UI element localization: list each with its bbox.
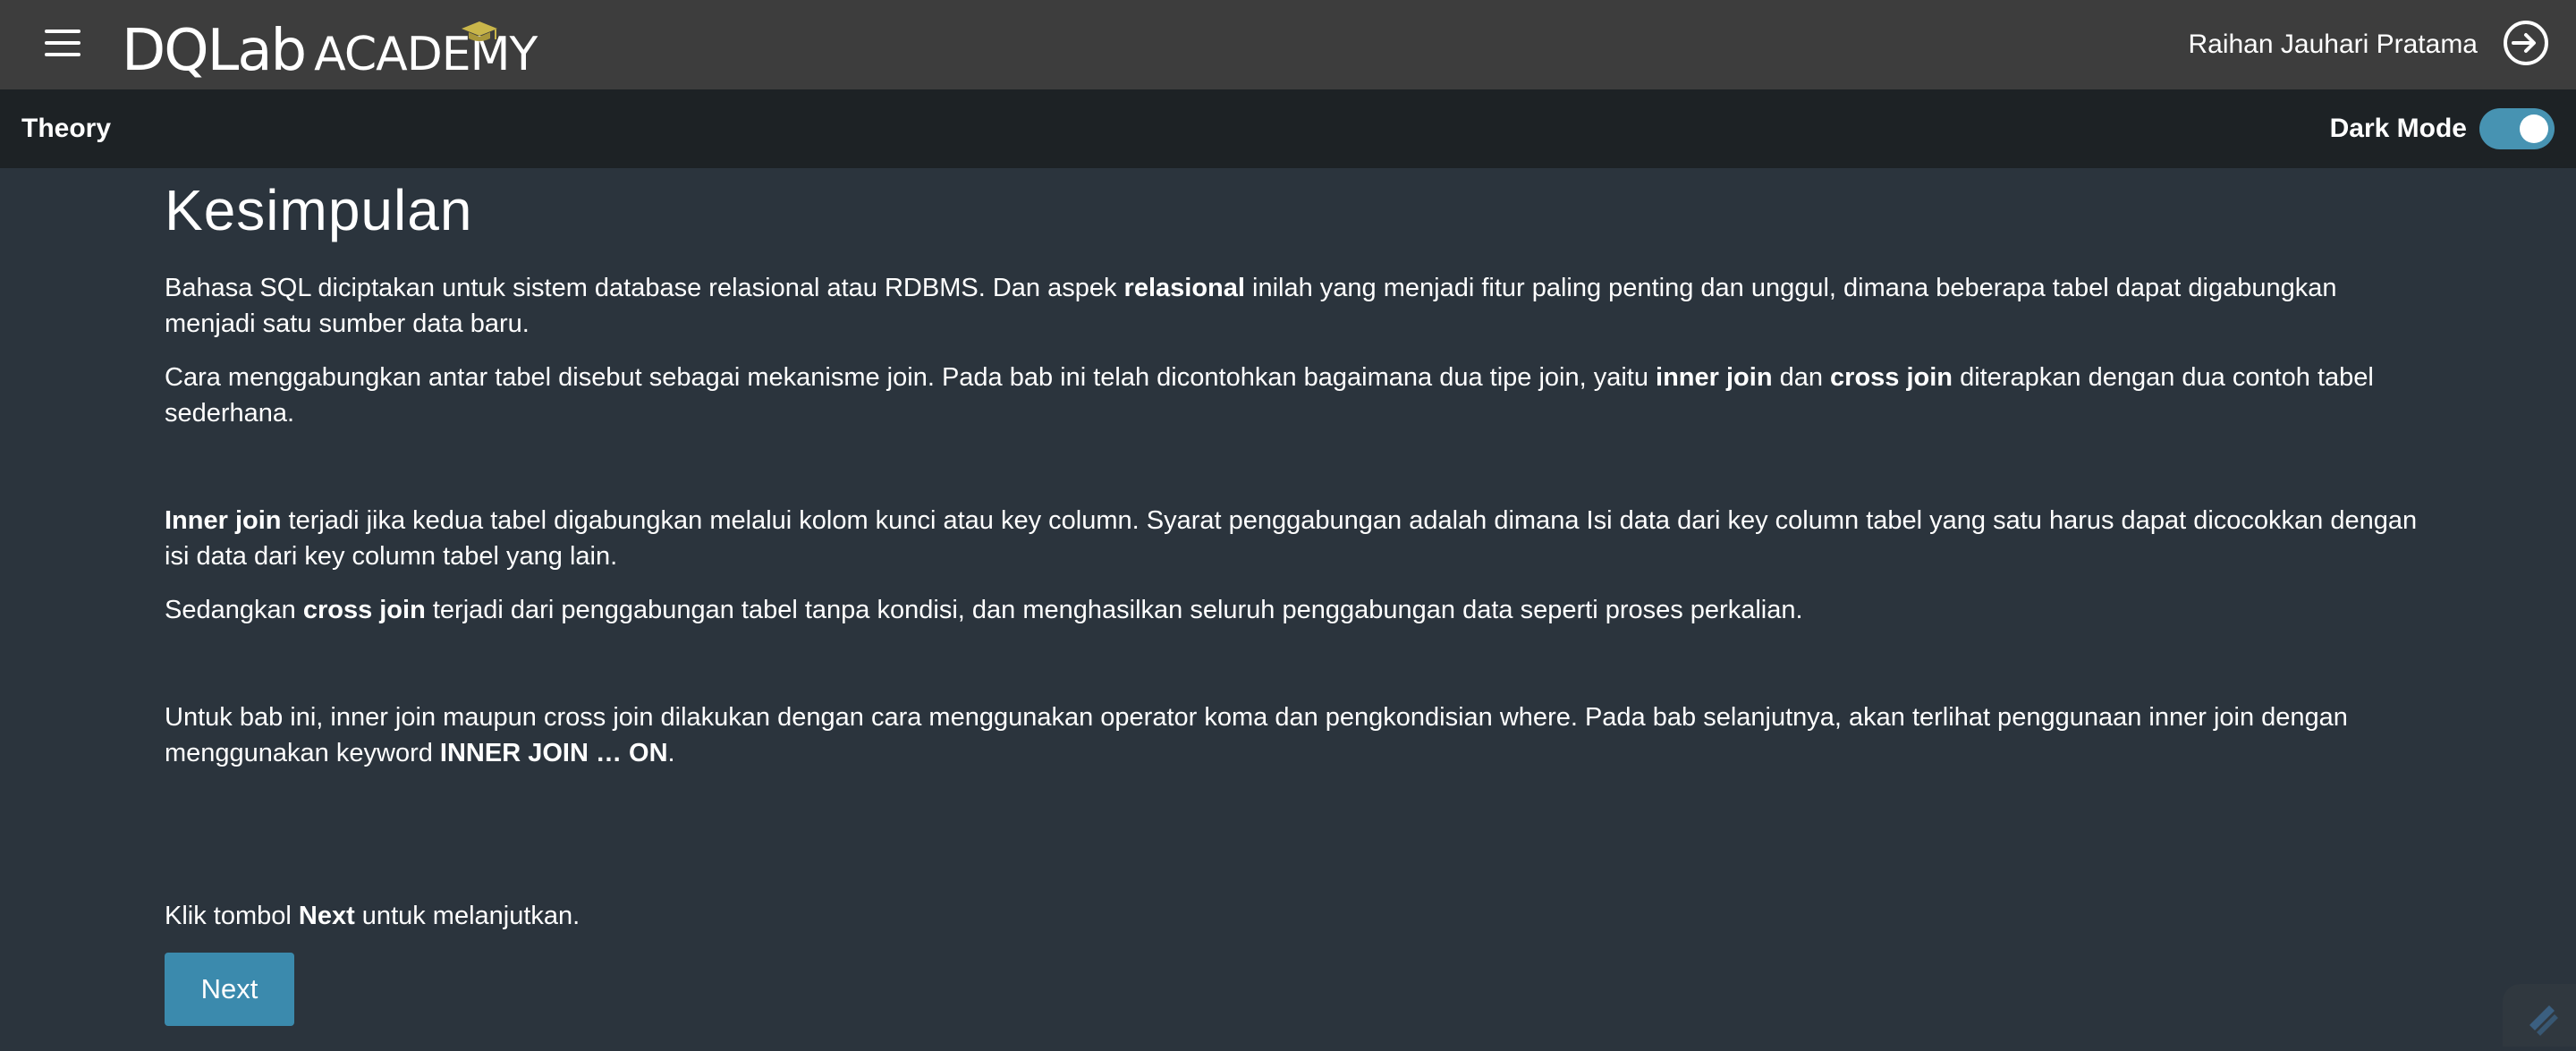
widget-logo-icon (2529, 1005, 2558, 1036)
theory-toolbar: Theory Dark Mode (0, 89, 2576, 168)
paragraph-cross-join: Sedangkan cross join terjadi dari pengga… (165, 596, 1803, 624)
logout-icon[interactable] (2501, 18, 2551, 68)
logo-sub-text: ACADEMY (314, 28, 538, 81)
paragraph-click-next: Klik tombol Next untuk melanjutkan. (165, 902, 580, 930)
page-title: Kesimpulan (165, 178, 473, 242)
paragraph-inner-join: Inner join terjadi jika kedua tabel diga… (165, 506, 2418, 571)
logo-main-text: DQLab (122, 18, 307, 84)
hamburger-menu-icon[interactable] (45, 28, 80, 58)
top-navbar: DQLab ACADEMY Raihan Jauhari Pratama (0, 0, 2576, 89)
next-button[interactable]: Next (165, 953, 294, 1026)
section-title: Theory (21, 114, 112, 143)
floating-widget[interactable] (2503, 984, 2576, 1047)
dark-mode-label: Dark Mode (2329, 114, 2467, 143)
paragraph-next-chapter: Untuk bab ini, inner join maupun cross j… (165, 703, 2348, 767)
graduation-cap-icon (462, 21, 497, 41)
toggle-knob (2520, 114, 2548, 143)
paragraph-rdbms: Bahasa SQL diciptakan untuk sistem datab… (165, 274, 2337, 338)
user-name[interactable]: Raihan Jauhari Pratama (2188, 25, 2478, 64)
paragraph-join-mechanism: Cara menggabungkan antar tabel disebut s… (165, 363, 2374, 428)
dark-mode-toggle[interactable] (2479, 108, 2555, 149)
